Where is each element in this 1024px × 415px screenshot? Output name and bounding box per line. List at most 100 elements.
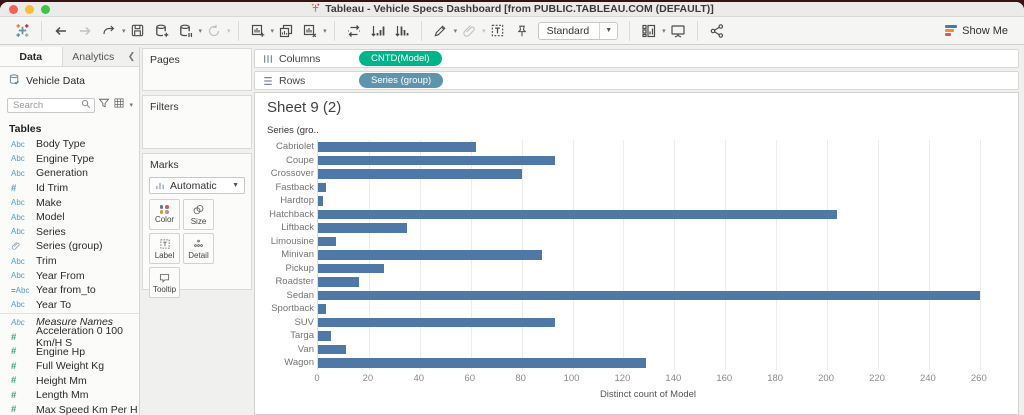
back-button[interactable] [51, 20, 71, 42]
forward-button[interactable] [75, 20, 95, 42]
field-item[interactable]: #Max Speed Km Per H [0, 403, 139, 415]
columns-pill[interactable]: CNTD(Model) [359, 51, 442, 66]
save-button[interactable] [128, 20, 148, 42]
bar-sportback[interactable] [318, 304, 326, 314]
bar-roadster[interactable] [318, 277, 359, 287]
mark-type-caret[interactable]: ▼ [232, 182, 239, 189]
rows-pill[interactable]: Series (group) [359, 73, 443, 88]
search-input[interactable]: Search [7, 98, 95, 113]
category-label[interactable]: Van [255, 343, 314, 357]
field-item[interactable]: AbcGeneration [0, 166, 139, 181]
pages-shelf[interactable]: Pages [142, 48, 252, 91]
category-label[interactable]: Hatchback [255, 208, 314, 222]
category-label[interactable]: Cabriolet [255, 140, 314, 154]
category-label[interactable]: Sedan [255, 289, 314, 303]
view-options-icon[interactable] [113, 96, 125, 114]
presentation-mode-button[interactable] [668, 20, 688, 42]
new-worksheet-caret[interactable]: ▾ [271, 27, 275, 35]
clear-sheet-button[interactable] [300, 20, 320, 42]
bar-fastback[interactable] [318, 183, 326, 193]
close-window-button[interactable] [9, 5, 18, 14]
field-item[interactable]: AbcMake [0, 195, 139, 210]
category-label[interactable]: Wagon [255, 356, 314, 370]
show-hide-cards-caret[interactable]: ▾ [662, 27, 666, 35]
bar-pickup[interactable] [318, 264, 384, 274]
category-label[interactable]: Limousine [255, 235, 314, 249]
category-label[interactable]: Coupe [255, 154, 314, 168]
tooltip-button[interactable]: Tooltip [149, 267, 180, 298]
group-members-caret[interactable]: ▾ [482, 27, 486, 35]
field-item[interactable]: Series (group) [0, 239, 139, 254]
tableau-logo-button[interactable] [12, 20, 32, 42]
bar-limousine[interactable] [318, 237, 336, 247]
undo-redo-button[interactable] [99, 20, 119, 42]
bar-crossover[interactable] [318, 169, 522, 179]
bar-hatchback[interactable] [318, 210, 837, 220]
field-item[interactable]: AbcSeries [0, 225, 139, 240]
fit-selector-caret[interactable]: ▼ [599, 23, 617, 39]
tab-analytics[interactable]: Analytics [63, 47, 125, 66]
bar-coupe[interactable] [318, 156, 555, 166]
color-button[interactable]: Color [149, 199, 180, 230]
show-mark-labels-button[interactable] [488, 20, 508, 42]
bar-liftback[interactable] [318, 223, 407, 233]
mark-type-dropdown[interactable]: Automatic ▼ [149, 177, 245, 194]
filters-shelf[interactable]: Filters [142, 95, 252, 149]
new-data-source-button[interactable] [152, 20, 172, 42]
field-item[interactable]: AbcTrim [0, 254, 139, 269]
pause-auto-updates-button[interactable] [176, 20, 196, 42]
columns-shelf[interactable]: Columns CNTD(Model) [254, 49, 1019, 68]
tab-data[interactable]: Data [0, 47, 63, 66]
category-label[interactable]: Sportback [255, 302, 314, 316]
collapse-pane-icon[interactable]: ❮ [124, 47, 139, 66]
category-label[interactable]: Minivan [255, 248, 314, 262]
field-item[interactable]: #Acceleration 0 100 Km/H S [0, 330, 139, 345]
filter-fields-icon[interactable] [98, 96, 110, 114]
size-button[interactable]: Size [183, 199, 214, 230]
rows-shelf[interactable]: Rows Series (group) [254, 71, 1019, 90]
sort-descending-button[interactable] [392, 20, 412, 42]
category-label[interactable]: Targa [255, 329, 314, 343]
bar-van[interactable] [318, 345, 346, 355]
bar-hardtop[interactable] [318, 196, 323, 206]
highlight-button[interactable] [431, 20, 451, 42]
datasource-item[interactable]: Vehicle Data [0, 67, 139, 94]
field-item[interactable]: =AbcYear from_to [0, 283, 139, 298]
label-button[interactable]: Label [149, 233, 180, 264]
share-button[interactable] [707, 20, 727, 42]
bar-minivan[interactable] [318, 250, 542, 260]
run-update-button[interactable] [204, 20, 224, 42]
minimize-window-button[interactable] [25, 5, 34, 14]
view-options-caret[interactable]: ▾ [129, 101, 133, 109]
highlight-caret[interactable]: ▾ [454, 27, 458, 35]
bar-cabriolet[interactable] [318, 142, 476, 152]
category-label[interactable]: Hardtop [255, 194, 314, 208]
field-item[interactable]: AbcModel [0, 210, 139, 225]
category-label[interactable]: Fastback [255, 181, 314, 195]
category-label[interactable]: SUV [255, 316, 314, 330]
bar-wagon[interactable] [318, 358, 646, 368]
field-item[interactable]: AbcYear To [0, 298, 139, 313]
fit-selector[interactable]: Standard ▼ [538, 22, 619, 40]
duplicate-sheet-button[interactable] [276, 20, 296, 42]
new-worksheet-button[interactable] [248, 20, 268, 42]
bar-sedan[interactable] [318, 291, 980, 301]
undo-redo-caret[interactable]: ▾ [122, 27, 126, 35]
category-label[interactable]: Liftback [255, 221, 314, 235]
bar-suv[interactable] [318, 318, 555, 328]
sort-ascending-button[interactable] [368, 20, 388, 42]
category-label[interactable]: Roadster [255, 275, 314, 289]
field-item[interactable]: AbcBody Type [0, 137, 139, 152]
show-me-button[interactable]: Show Me [945, 25, 1008, 37]
swap-rows-columns-button[interactable] [344, 20, 364, 42]
zoom-window-button[interactable] [41, 5, 50, 14]
detail-button[interactable]: Detail [183, 233, 214, 264]
field-item[interactable]: #Full Weight Kg [0, 359, 139, 374]
fix-axes-button[interactable] [512, 20, 532, 42]
field-item[interactable]: #Height Mm [0, 374, 139, 389]
clear-sheet-caret[interactable]: ▾ [323, 27, 327, 35]
group-members-button[interactable] [459, 20, 479, 42]
bar-targa[interactable] [318, 331, 331, 341]
field-item[interactable]: #Id Trim [0, 181, 139, 196]
field-item[interactable]: AbcYear From [0, 268, 139, 283]
